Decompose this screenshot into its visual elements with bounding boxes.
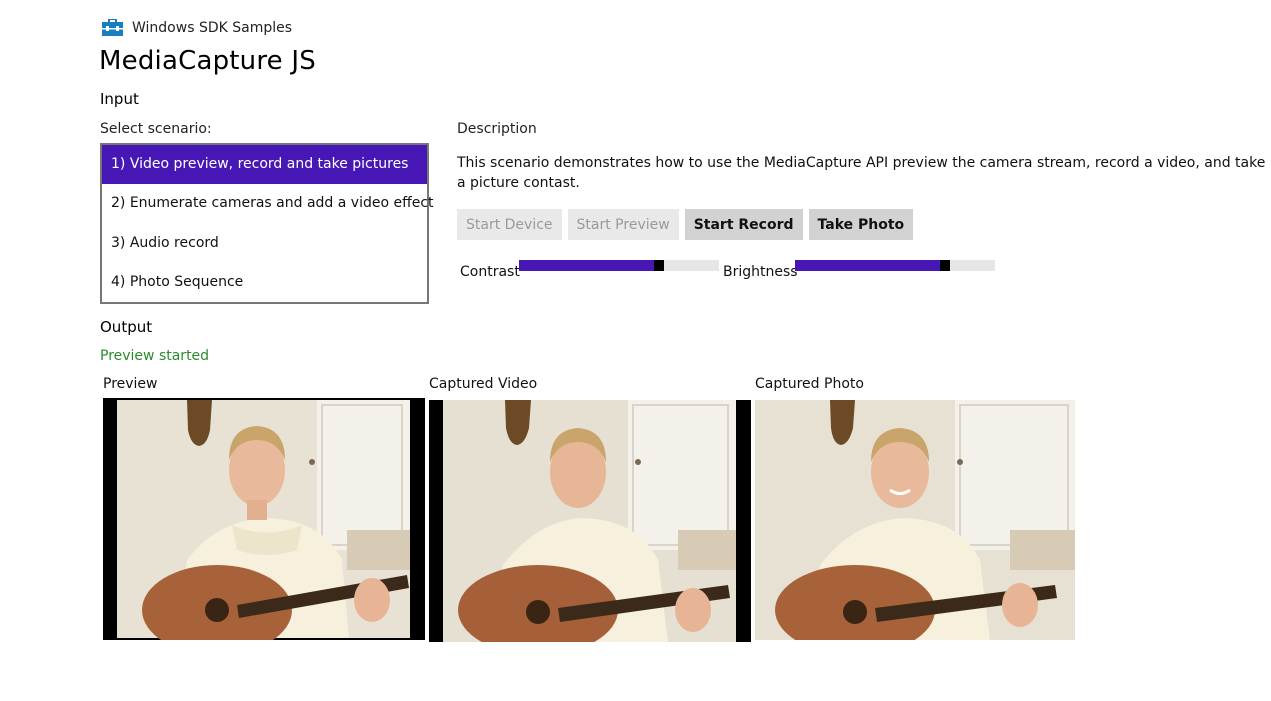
contrast-label: Contrast (460, 264, 520, 280)
sdk-title: Windows SDK Samples (132, 19, 293, 36)
captured-photo-image (755, 400, 1075, 640)
toolbox-icon (102, 19, 123, 36)
brightness-slider-thumb[interactable] (940, 260, 950, 271)
contrast-slider-thumb[interactable] (654, 260, 664, 271)
description-label: Description (457, 121, 537, 137)
captured-photo (755, 400, 1075, 640)
app-root: Windows SDK Samples MediaCapture JS Inpu… (0, 0, 1271, 701)
start-preview-button[interactable]: Start Preview (567, 209, 679, 240)
output-section-label: Output (100, 318, 153, 336)
captured-video (429, 400, 751, 642)
preview-frame-image (103, 398, 425, 640)
contrast-slider-fill (519, 260, 659, 271)
captured-video-label: Captured Video (429, 376, 538, 392)
brightness-slider[interactable] (795, 260, 995, 271)
status-message: Preview started (100, 348, 210, 364)
camera-preview (103, 398, 425, 640)
start-device-button[interactable]: Start Device (457, 209, 562, 240)
scenario-item-video-preview[interactable]: 1) Video preview, record and take pictur… (102, 145, 427, 185)
scenario-item-enumerate-cameras[interactable]: 2) Enumerate cameras and add a video eff… (102, 184, 434, 223)
captured-video-frame-image (429, 400, 751, 642)
contrast-slider[interactable] (519, 260, 719, 271)
brightness-slider-fill (795, 260, 945, 271)
start-record-button[interactable]: Start Record (684, 209, 803, 240)
scenario-item-audio-record[interactable]: 3) Audio record (102, 224, 427, 263)
description-text: This scenario demonstrates how to use th… (457, 155, 1266, 191)
sdk-header: Windows SDK Samples (102, 19, 292, 36)
captured-photo-label: Captured Photo (755, 376, 864, 392)
select-scenario-label: Select scenario: (100, 121, 212, 137)
scenario-list[interactable]: 1) Video preview, record and take pictur… (100, 143, 434, 304)
page-title: MediaCapture JS (99, 46, 316, 76)
take-photo-button[interactable]: Take Photo (808, 209, 914, 240)
input-section-label: Input (100, 90, 139, 108)
capture-toolbar: Start Device Start Preview Start Record … (457, 209, 914, 240)
preview-label: Preview (103, 376, 158, 392)
scenario-item-photo-sequence[interactable]: 4) Photo Sequence (102, 263, 427, 302)
brightness-label: Brightness (723, 264, 798, 280)
